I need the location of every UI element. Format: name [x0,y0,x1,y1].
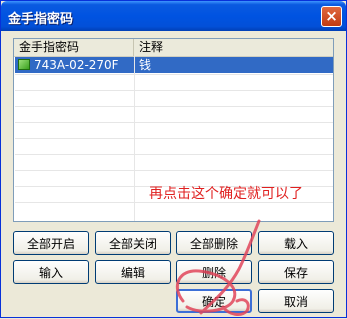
edit-button[interactable]: 编辑 [95,260,171,284]
row-divider [15,154,333,155]
disable-all-button[interactable]: 全部关闭 [95,231,171,255]
column-divider [134,56,135,221]
code-cell: 743A-02-270F [34,58,119,72]
column-header-note[interactable]: 注释 [134,39,333,56]
cheat-code-dialog: 金手指密码 × 金手指密码 注释 743A-02-270F 钱 再点击这个确定就… [0,0,347,318]
load-button[interactable]: 载入 [258,231,334,255]
row-divider [15,122,333,123]
list-item[interactable]: 743A-02-270F 钱 [15,57,333,73]
row-divider [15,90,333,91]
ok-button[interactable]: 确定 [176,289,252,313]
close-icon: × [325,7,338,25]
annotation-text: 再点击这个确定就可以了 [149,186,303,202]
row-divider [15,74,333,75]
row-divider [15,106,333,107]
row-divider [15,138,333,139]
row-divider [15,170,333,171]
close-button[interactable]: × [321,6,342,27]
input-button[interactable]: 输入 [13,260,89,284]
save-button[interactable]: 保存 [258,260,334,284]
cheat-code-icon [18,59,30,70]
note-cell: 钱 [139,58,152,72]
list-header: 金手指密码 注释 [14,39,333,57]
delete-all-button[interactable]: 全部删除 [176,231,252,255]
cancel-button[interactable]: 取消 [258,289,334,313]
column-header-code[interactable]: 金手指密码 [14,39,134,56]
window-title: 金手指密码 [8,12,74,27]
enable-all-button[interactable]: 全部开启 [13,231,89,255]
title-bar[interactable]: 金手指密码 × [1,1,346,31]
delete-button[interactable]: 删除 [176,260,252,284]
